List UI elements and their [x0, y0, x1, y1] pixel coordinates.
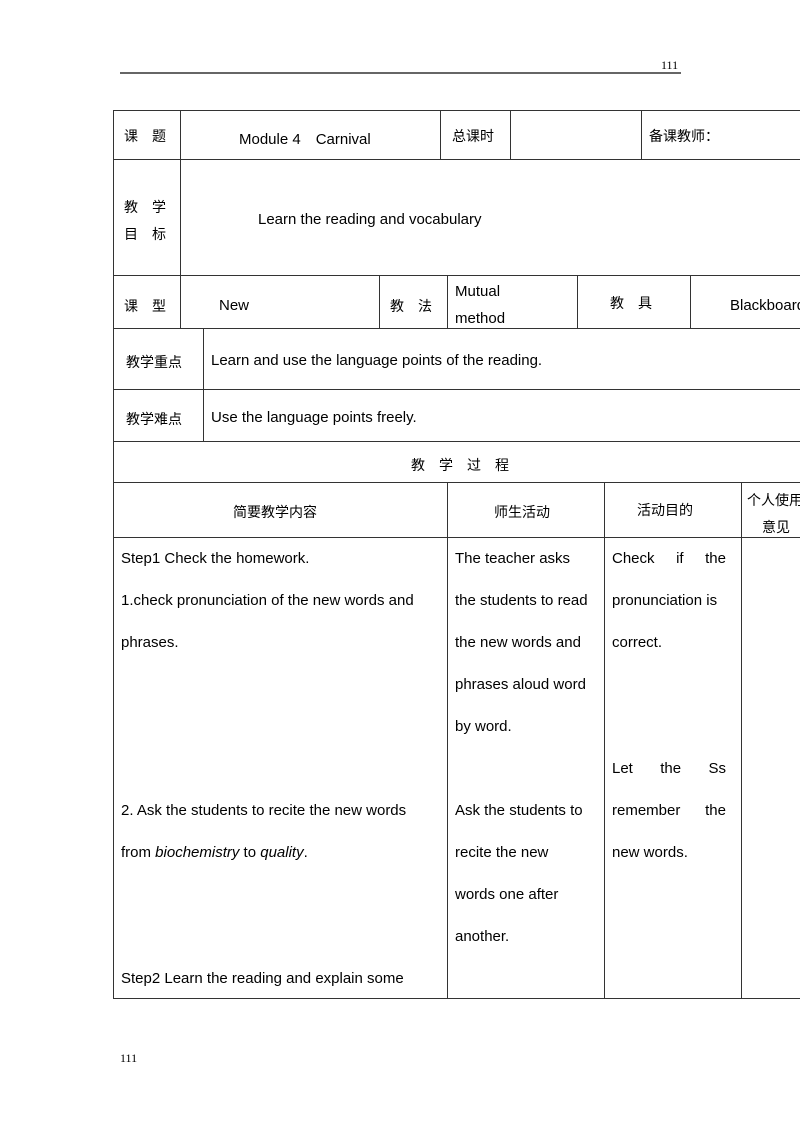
- key-value: Learn and use the language points of the…: [211, 352, 543, 369]
- hours-label: 总课时: [452, 129, 494, 145]
- col-header-content: 简要教学内容: [233, 505, 317, 521]
- activity-line: by word.: [455, 718, 512, 735]
- content-line: Step1 Check the homework.: [121, 550, 310, 567]
- purpose-line: Let the Ss: [612, 760, 726, 777]
- document-page: 111 111 课 题 Module 4 Carnival 总课时 备课教师： …: [0, 0, 800, 1132]
- topic-value: Module 4 Carnival: [239, 131, 371, 148]
- tools-value: Blackboard: [730, 297, 800, 314]
- diff-value: Use the language points freely.: [211, 409, 417, 426]
- content-column: Step1 Check the homework. 1.check pronun…: [121, 538, 441, 1000]
- content-line: 2. Ask the students to recite the new wo…: [121, 802, 407, 819]
- method-value-1: Mutual: [455, 283, 501, 300]
- content-line: from biochemistry to quality.: [121, 844, 308, 861]
- purpose-line: Check if the: [612, 550, 726, 567]
- type-label: 课 型: [124, 299, 166, 315]
- key-label: 教学重点: [126, 355, 182, 371]
- activity-line: phrases aloud word: [455, 676, 586, 693]
- header-rule: [120, 72, 681, 74]
- activity-line: recite the new: [455, 844, 549, 861]
- goal-label-1: 教 学: [124, 200, 166, 216]
- tools-label: 教 具: [610, 296, 652, 312]
- activity-column: The teacher asks the students to read th…: [455, 538, 588, 958]
- purpose-line: correct.: [612, 634, 663, 651]
- diff-label: 教学难点: [126, 412, 182, 428]
- col-header-purpose: 活动目的: [637, 503, 693, 519]
- content-line: 1.check pronunciation of the new words a…: [121, 592, 414, 609]
- method-label: 教 法: [390, 299, 432, 315]
- activity-line: another.: [455, 928, 510, 945]
- goal-label-2: 目 标: [124, 227, 166, 243]
- process-title: 教 学 过 程: [411, 458, 509, 474]
- teacher-label: 备课教师：: [649, 129, 719, 145]
- header-page-number: 111: [661, 58, 679, 72]
- purpose-line: remember the: [612, 802, 726, 819]
- purpose-line: new words.: [612, 844, 688, 861]
- content-line: Step2 Learn the reading and explain some: [121, 970, 404, 987]
- activity-line: words one after: [455, 886, 559, 903]
- method-value-2: method: [455, 310, 506, 327]
- purpose-column: Check if the pronunciation is correct. L…: [612, 538, 726, 874]
- topic-label: 课 题: [124, 129, 166, 145]
- content-line: phrases.: [121, 634, 179, 651]
- activity-line: The teacher asks: [455, 550, 571, 567]
- purpose-line: pronunciation is: [612, 592, 718, 609]
- type-value: New: [219, 297, 250, 314]
- col-header-activity: 师生活动: [494, 505, 550, 521]
- footer-page-number: 111: [120, 1051, 138, 1065]
- col-header-notes-2: 意见: [762, 520, 790, 536]
- activity-line: the students to read: [455, 592, 588, 609]
- activity-line: the new words and: [455, 634, 581, 651]
- goal-value: Learn the reading and vocabulary: [258, 211, 482, 228]
- activity-line: Ask the students to: [455, 802, 583, 819]
- col-header-notes-1: 个人使用: [747, 493, 800, 509]
